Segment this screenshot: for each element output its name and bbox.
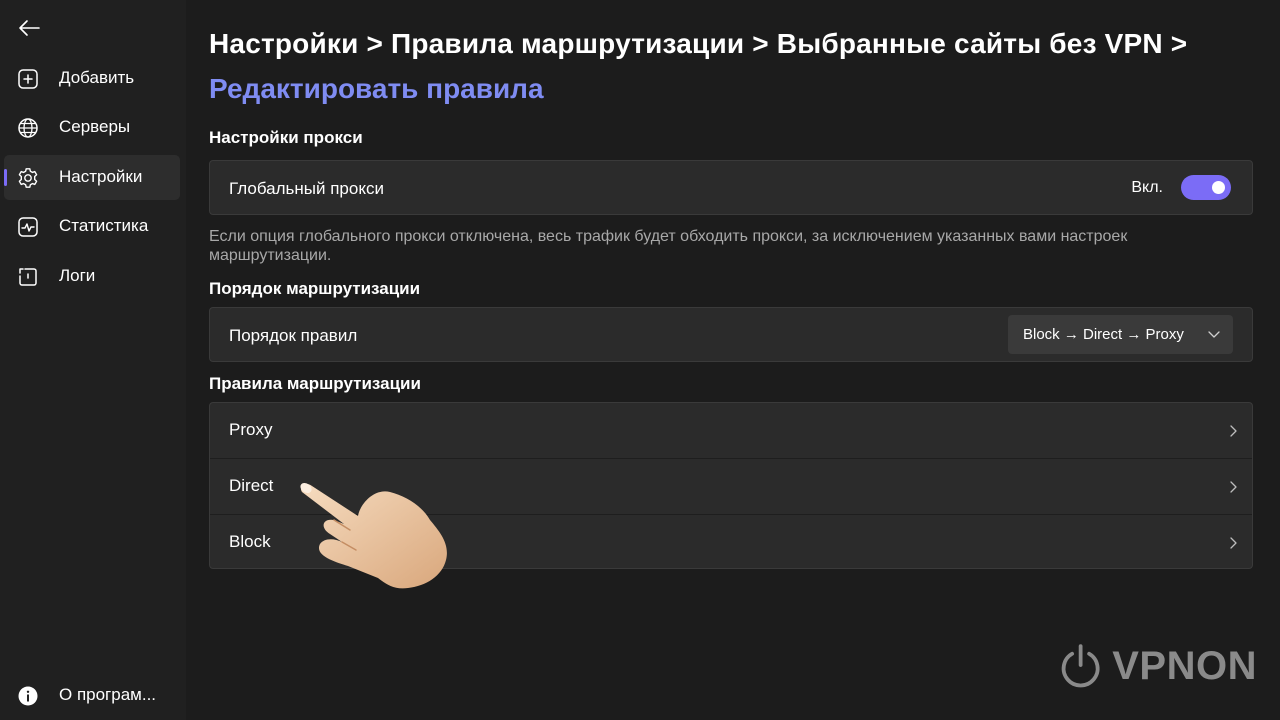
global-proxy-toggle[interactable] — [1181, 175, 1231, 200]
watermark-text: VPNON — [1112, 643, 1257, 688]
power-icon — [1061, 644, 1100, 688]
proxy-settings-title: Настройки прокси — [209, 128, 363, 147]
sidebar-item-label: Настройки — [59, 167, 143, 186]
sidebar-item-logs[interactable]: Логи — [4, 254, 180, 299]
main-content: Настройки > Правила маршрутизации > Выбр… — [186, 0, 1280, 720]
chevron-down-icon — [1208, 331, 1220, 338]
toggle-knob — [1212, 181, 1225, 194]
pointing-hand-icon — [300, 482, 447, 589]
rule-label: Block — [229, 532, 271, 551]
toggle-state-label: Вкл. — [1131, 179, 1163, 196]
rule-row-proxy[interactable]: Proxy — [210, 403, 1252, 458]
sidebar-item-label: Серверы — [59, 117, 131, 136]
sidebar-item-add[interactable]: Добавить — [4, 56, 180, 101]
chart-icon — [16, 215, 40, 239]
sidebar-item-label: О програм... — [59, 685, 157, 704]
active-indicator — [4, 169, 7, 186]
routing-order-title: Порядок маршрутизации — [209, 279, 421, 298]
info-icon — [16, 684, 40, 708]
sidebar-item-label: Логи — [59, 266, 96, 285]
chevron-right-icon — [1230, 481, 1237, 493]
sidebar-item-servers[interactable]: Серверы — [4, 105, 180, 150]
routing-rules-title: Правила маршрутизации — [209, 374, 421, 393]
routing-order-card: Порядок правил Block → Direct → Proxy — [209, 307, 1253, 362]
sidebar: Добавить Серверы Настройки Статистика Ло… — [0, 0, 186, 720]
add-box-icon — [16, 67, 40, 91]
routing-order-label: Порядок правил — [229, 326, 358, 345]
sidebar-item-label: Добавить — [59, 68, 135, 87]
global-proxy-card: Глобальный прокси Вкл. — [209, 160, 1253, 215]
chevron-right-icon — [1230, 537, 1237, 549]
routing-order-dropdown[interactable]: Block → Direct → Proxy — [1008, 315, 1233, 354]
dropdown-value: Block → Direct → Proxy — [1023, 326, 1184, 343]
global-proxy-label: Глобальный прокси — [229, 179, 384, 198]
gear-icon — [16, 166, 40, 190]
vpnon-watermark: VPNON — [1057, 640, 1257, 692]
rule-label: Proxy — [229, 420, 273, 439]
breadcrumb[interactable]: Настройки > Правила маршрутизации > Выбр… — [209, 28, 1187, 60]
chevron-right-icon — [1230, 425, 1237, 437]
sidebar-item-about[interactable]: О програм... — [4, 673, 180, 718]
sidebar-item-label: Статистика — [59, 216, 149, 235]
back-button[interactable] — [14, 14, 44, 42]
sidebar-item-statistics[interactable]: Статистика — [4, 204, 180, 249]
page-title: Редактировать правила — [209, 73, 544, 104]
arrow-left-icon — [19, 20, 40, 36]
sidebar-item-settings[interactable]: Настройки — [4, 155, 180, 200]
globe-icon — [16, 116, 40, 140]
rule-label: Direct — [229, 476, 274, 495]
log-icon — [16, 265, 40, 289]
global-proxy-help-text: Если опция глобального прокси отключена,… — [209, 228, 1128, 264]
